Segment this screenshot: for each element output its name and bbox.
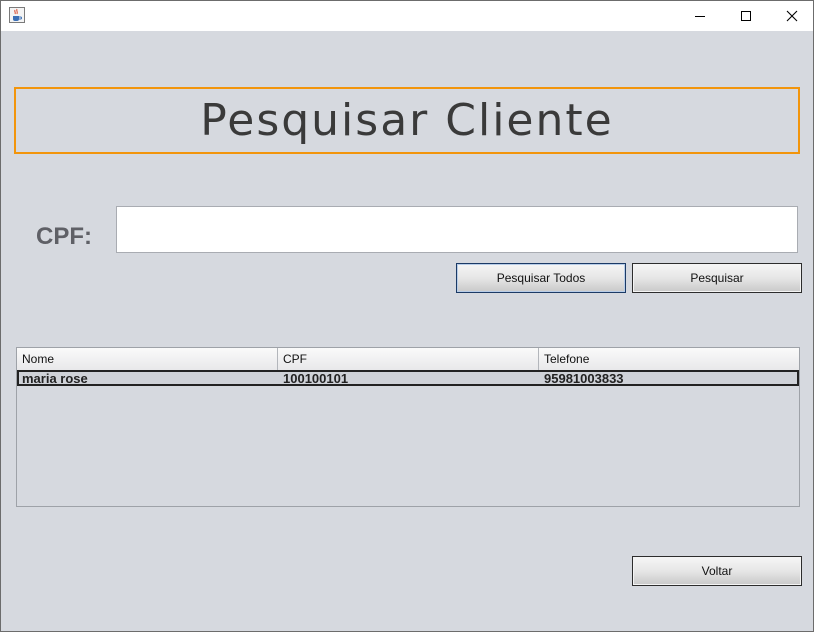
title-panel: Pesquisar Cliente [14,87,800,154]
java-cup-icon [9,7,25,23]
cell-cpf: 100100101 [283,370,349,386]
search-all-button[interactable]: Pesquisar Todos [456,263,626,293]
minimize-button[interactable] [677,1,723,31]
column-header-telefone[interactable]: Telefone [539,348,799,370]
page-title: Pesquisar Cliente [200,95,614,146]
close-icon [786,7,798,26]
cell-nome: maria rose [22,370,88,386]
search-button[interactable]: Pesquisar [632,263,802,293]
table-body: maria rose 100100101 95981003833 [17,370,799,386]
title-bar[interactable] [1,1,813,31]
close-button[interactable] [769,1,814,31]
clients-table[interactable]: Nome CPF Telefone maria rose 100100101 9… [16,347,800,507]
maximize-button[interactable] [723,1,769,31]
back-button[interactable]: Voltar [632,556,802,586]
cpf-input[interactable] [116,206,798,253]
minimize-icon [694,7,706,26]
column-header-nome[interactable]: Nome [17,348,278,370]
app-window: Pesquisar Cliente CPF: Pesquisar Todos P… [0,0,814,632]
maximize-icon [740,7,752,26]
cell-telefone: 95981003833 [544,370,624,386]
column-header-cpf[interactable]: CPF [278,348,539,370]
cpf-label: CPF: [36,223,92,250]
table-header: Nome CPF Telefone [17,348,799,371]
table-row[interactable]: maria rose 100100101 95981003833 [17,370,799,386]
